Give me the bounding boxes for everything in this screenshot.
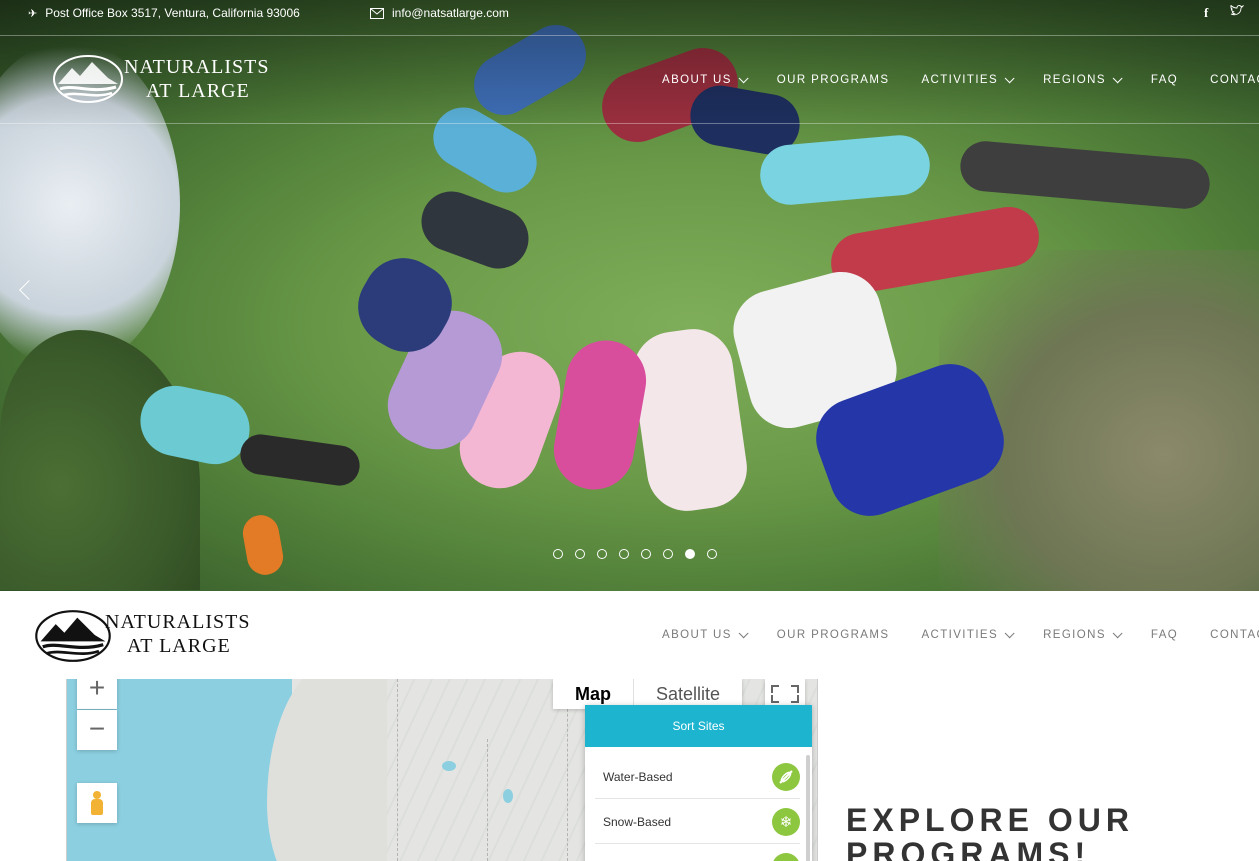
slider-dot[interactable] — [575, 549, 585, 559]
nav-label: REGIONS — [1043, 629, 1106, 641]
address: ✈ Post Office Box 3517, Ventura, Califor… — [28, 6, 300, 20]
nav-label: OUR PROGRAMS — [776, 74, 890, 86]
mountain-logo-icon — [52, 54, 124, 104]
chevron-down-icon — [1112, 72, 1123, 83]
nav-activities[interactable]: ACTIVITIES — [921, 72, 1015, 86]
activity-icon — [772, 853, 800, 861]
zoom-in-button[interactable]: + — [77, 679, 117, 709]
nav-label: CONTACT — [1210, 629, 1259, 641]
twitter-icon[interactable] — [1230, 4, 1245, 20]
sort-sites-header[interactable]: Sort Sites — [585, 705, 812, 747]
chevron-down-icon — [1004, 627, 1015, 638]
map-border — [397, 679, 398, 861]
slider-pagination — [553, 549, 717, 559]
chevron-down-icon — [1004, 72, 1015, 83]
contact-bar: ✈ Post Office Box 3517, Ventura, Califor… — [0, 0, 1259, 36]
nav-label: ABOUT US — [662, 74, 732, 86]
map-coastline — [267, 679, 387, 861]
logo-line-1: NATURALISTS — [105, 611, 251, 633]
sort-item-label: Water-Based — [603, 769, 673, 784]
nav-label: OUR PROGRAMS — [776, 629, 890, 641]
facebook-icon[interactable]: f — [1204, 5, 1208, 21]
slider-dot[interactable] — [663, 549, 673, 559]
snowflake-icon: ❄ — [772, 807, 800, 836]
slider-dot[interactable] — [707, 549, 717, 559]
nav-regions[interactable]: REGIONS — [1043, 627, 1123, 641]
site-logo[interactable]: NATURALISTS AT LARGE — [33, 609, 250, 662]
nav-regions[interactable]: REGIONS — [1043, 72, 1123, 86]
slider-prev-arrow-icon[interactable] — [18, 279, 32, 303]
sort-sites-panel: Sort Sites Water-Based Snow-Based ❄ — [585, 705, 812, 861]
main-nav: ABOUT US OUR PROGRAMS ACTIVITIES REGIONS… — [630, 627, 1259, 641]
sort-item-label: Snow-Based — [603, 814, 672, 829]
nav-faq[interactable]: FAQ — [1151, 629, 1178, 641]
logo-text: NATURALISTS AT LARGE — [124, 57, 269, 101]
zoom-out-button[interactable]: − — [77, 710, 117, 750]
heading-line-2: PROGRAMS! — [846, 835, 1091, 861]
nav-our-programs[interactable]: OUR PROGRAMS — [777, 74, 890, 86]
chevron-down-icon — [1112, 627, 1123, 638]
kayak-icon — [772, 762, 800, 791]
hero-nav: ABOUT US OUR PROGRAMS ACTIVITIES REGIONS… — [630, 72, 1259, 86]
nav-label: REGIONS — [1043, 74, 1106, 86]
slider-dot[interactable] — [619, 549, 629, 559]
chevron-down-icon — [738, 72, 749, 83]
nav-contact[interactable]: CONTACT — [1210, 629, 1259, 641]
location-icon: ✈ — [28, 7, 38, 20]
mountain-logo-icon — [33, 609, 111, 662]
chevron-down-icon — [738, 627, 749, 638]
street-view-pegman-icon[interactable] — [77, 783, 117, 823]
logo-line-2: AT LARGE — [127, 635, 231, 657]
nav-label: CONTACT — [1210, 74, 1259, 86]
nav-label: ACTIVITIES — [921, 74, 999, 86]
slider-dot[interactable] — [641, 549, 651, 559]
map-border — [487, 739, 488, 861]
sites-map[interactable]: + − Map Satellite Sort Sites Water-Based — [66, 679, 818, 861]
map-lake — [442, 761, 456, 771]
sort-panel-scrollbar[interactable] — [806, 755, 810, 861]
site-logo[interactable]: NATURALISTS AT LARGE — [52, 54, 269, 104]
hero-photo-figure — [958, 139, 1212, 211]
hero-slider: ✈ Post Office Box 3517, Ventura, Califor… — [0, 0, 1259, 591]
section-heading: EXPLORE OUR PROGRAMS! — [846, 802, 1134, 861]
logo-line-1: NATURALISTS — [124, 56, 270, 78]
email-link[interactable]: info@natsatlarge.com — [370, 6, 509, 20]
nav-activities[interactable]: ACTIVITIES — [921, 627, 1015, 641]
map-lake — [503, 789, 513, 803]
nav-our-programs[interactable]: OUR PROGRAMS — [777, 629, 890, 641]
nav-label: FAQ — [1150, 629, 1179, 641]
nav-about-us[interactable]: ABOUT US — [662, 627, 749, 641]
address-text: Post Office Box 3517, Ventura, Californi… — [45, 6, 300, 20]
nav-label: ABOUT US — [662, 629, 732, 641]
heading-line-1: EXPLORE OUR — [846, 802, 1134, 838]
logo-line-2: AT LARGE — [146, 80, 250, 102]
sort-item-snow-based[interactable]: Snow-Based ❄ — [595, 800, 800, 844]
hero-trees — [0, 330, 200, 590]
hero-photo-figure — [237, 431, 363, 489]
sticky-header: NATURALISTS AT LARGE ABOUT US OUR PROGRA… — [0, 591, 1259, 679]
sort-item-more[interactable] — [595, 845, 800, 861]
programs-section: + − Map Satellite Sort Sites Water-Based — [0, 679, 1259, 861]
slider-dot[interactable] — [597, 549, 607, 559]
envelope-icon — [370, 7, 384, 19]
logo-text: NATURALISTS AT LARGE — [105, 612, 250, 656]
email-text: info@natsatlarge.com — [392, 6, 509, 20]
nav-label: FAQ — [1150, 74, 1179, 86]
nav-contact[interactable]: CONTACT — [1210, 74, 1259, 86]
slider-dot[interactable] — [553, 549, 563, 559]
hero-photo-figure — [413, 182, 537, 278]
sort-item-water-based[interactable]: Water-Based — [595, 755, 800, 799]
nav-label: ACTIVITIES — [921, 629, 999, 641]
nav-faq[interactable]: FAQ — [1151, 74, 1178, 86]
hero-photo-figure — [240, 512, 286, 578]
hero-photo-figure — [547, 334, 653, 496]
hero-photo-figure — [627, 323, 753, 517]
nav-about-us[interactable]: ABOUT US — [662, 72, 749, 86]
slider-dot[interactable] — [685, 549, 695, 559]
